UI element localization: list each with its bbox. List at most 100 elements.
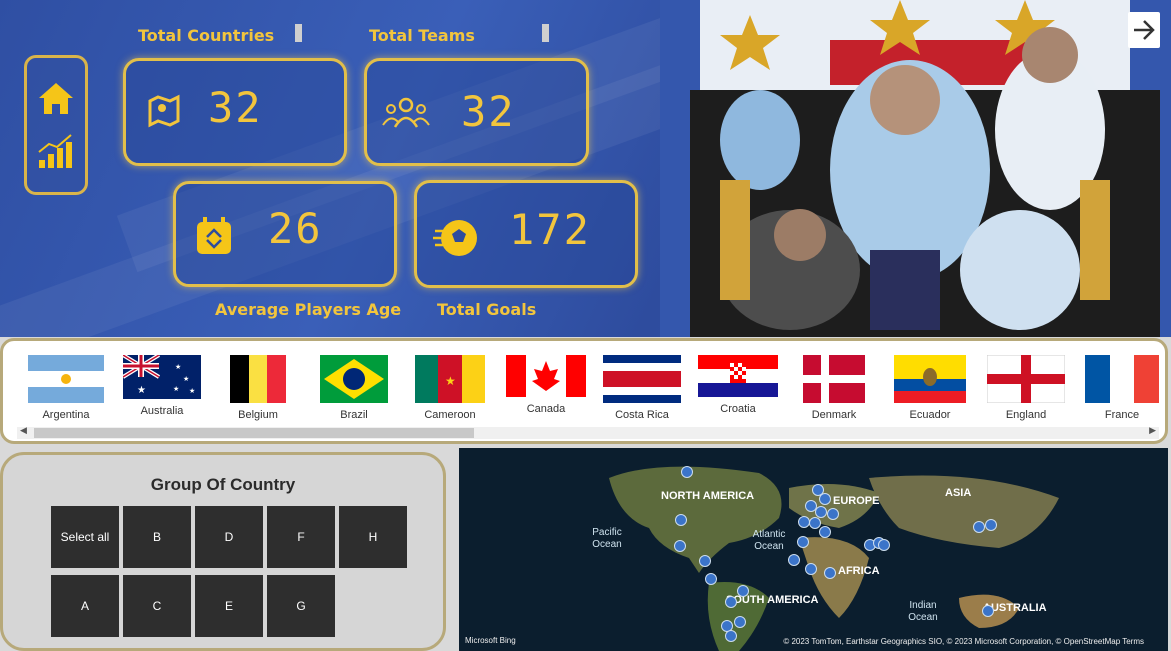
map-point[interactable] <box>824 567 836 579</box>
map-point[interactable] <box>815 506 827 518</box>
map-point[interactable] <box>725 630 737 642</box>
svg-text:★: ★ <box>173 385 179 393</box>
map-point[interactable] <box>819 493 831 505</box>
svg-text:★: ★ <box>183 375 189 383</box>
map-point[interactable] <box>819 526 831 538</box>
england-flag-icon <box>987 355 1065 403</box>
svg-text:★: ★ <box>445 374 456 388</box>
flag-label: Canada <box>526 403 566 415</box>
header-banner: Total Countries Total Teams 32 32 26 172… <box>0 0 1171 337</box>
group-button-f[interactable]: F <box>266 505 336 569</box>
map-label-north-america: NORTH AMERICA <box>661 490 755 502</box>
average-age-card: 26 <box>173 181 397 287</box>
map-point[interactable] <box>973 521 985 533</box>
map-label-europe: EUROPE <box>833 495 880 507</box>
map-point[interactable] <box>675 514 687 526</box>
map-point[interactable] <box>674 540 686 552</box>
flag-item-brazil[interactable]: Brazil <box>314 355 394 421</box>
map-point[interactable] <box>878 539 890 551</box>
flag-label: Costa Rica <box>615 409 669 421</box>
group-slicer: Group Of Country Select all B D F H A C … <box>0 452 446 651</box>
flag-item-canada[interactable]: Canada <box>506 355 586 415</box>
flag-item-ecuador[interactable]: Ecuador <box>890 355 970 421</box>
flag-label: France <box>1104 409 1140 421</box>
map-point[interactable] <box>805 563 817 575</box>
flag-item-france[interactable]: France <box>1082 355 1162 421</box>
total-goals-value: 172 <box>509 205 591 254</box>
map-point[interactable] <box>725 596 737 608</box>
scrollbar-thumb[interactable] <box>34 428 474 438</box>
map-label-atlantic-ocean: Atlantic Ocean <box>752 529 786 552</box>
world-map[interactable]: NORTH AMERICA EUROPE ASIA AFRICA SOUTH A… <box>459 448 1168 651</box>
flag-item-belgium[interactable]: Belgium <box>218 355 298 421</box>
group-button-e[interactable]: E <box>194 574 264 638</box>
flag-item-cameroon[interactable]: ★ Cameroon <box>410 355 490 421</box>
calendar-icon <box>194 216 234 260</box>
map-label-africa: AFRICA <box>838 565 880 577</box>
arrow-right-icon <box>1134 20 1155 40</box>
map-point[interactable] <box>797 536 809 548</box>
group-button-c[interactable]: C <box>122 574 192 638</box>
ball-icon <box>433 215 479 265</box>
chart-icon[interactable] <box>35 130 77 172</box>
total-teams-title: Total Teams <box>369 26 475 45</box>
home-icon[interactable] <box>35 78 77 120</box>
average-age-value: 26 <box>268 204 323 253</box>
group-button-h[interactable]: H <box>338 505 408 569</box>
map-point[interactable] <box>982 605 994 617</box>
map-point[interactable] <box>827 508 839 520</box>
total-countries-card: 32 <box>123 58 347 166</box>
flag-item-croatia[interactable]: Croatia <box>698 355 778 415</box>
map-icon <box>144 91 184 135</box>
flag-label: Belgium <box>238 409 278 421</box>
tick-marker <box>542 24 549 42</box>
argentina-flag-icon <box>28 355 104 403</box>
next-page-button[interactable] <box>1128 12 1160 48</box>
australia-flag-icon: ★★ ★★ ★ <box>123 355 201 399</box>
flag-item-australia[interactable]: ★ ★ ★ ★ ★ Australia <box>122 355 202 417</box>
flag-label: Brazil <box>340 409 368 421</box>
flag-label: Argentina <box>42 409 90 421</box>
total-countries-value: 32 <box>208 83 263 132</box>
map-point[interactable] <box>788 554 800 566</box>
flag-item-england[interactable]: England <box>986 355 1066 421</box>
team-icon <box>381 95 431 135</box>
flag-label: Croatia <box>720 403 756 415</box>
country-flag-slicer: Argentina ★ ★ ★ ★ ★ Australia Belgium Br… <box>0 338 1168 444</box>
map-point[interactable] <box>985 519 997 531</box>
map-point[interactable] <box>737 585 749 597</box>
scroll-right-icon[interactable]: ▶ <box>1149 426 1156 436</box>
flag-label: Cameroon <box>424 409 476 421</box>
svg-text:★: ★ <box>137 385 146 396</box>
flag-item-denmark[interactable]: Denmark <box>794 355 874 421</box>
ecuador-flag-icon <box>894 355 966 403</box>
group-button-g[interactable]: G <box>266 574 336 638</box>
average-age-title: Average Players Age <box>215 300 402 319</box>
group-button-b[interactable]: B <box>122 505 192 569</box>
denmark-flag-icon <box>803 355 865 403</box>
map-point[interactable] <box>699 555 711 567</box>
group-button-d[interactable]: D <box>194 505 264 569</box>
brazil-flag-icon <box>320 355 388 403</box>
flag-item-argentina[interactable]: Argentina <box>26 355 106 421</box>
total-teams-card: 32 <box>364 58 589 166</box>
horizontal-scrollbar[interactable]: ◀ ▶ <box>17 426 1159 439</box>
flag-label: Australia <box>140 405 184 417</box>
map-point[interactable] <box>681 466 693 478</box>
tick-marker <box>295 24 302 42</box>
map-point[interactable] <box>734 616 746 628</box>
map-point[interactable] <box>809 517 821 529</box>
flag-item-costa-rica[interactable]: Costa Rica <box>602 355 682 421</box>
map-landmass <box>609 466 1059 651</box>
croatia-flag-icon <box>698 355 778 397</box>
scroll-left-icon[interactable]: ◀ <box>20 426 27 436</box>
map-point[interactable] <box>705 573 717 585</box>
total-goals-card: 172 <box>414 180 638 288</box>
total-teams-value: 32 <box>461 87 516 136</box>
belgium-flag-icon <box>230 355 286 403</box>
group-button-a[interactable]: A <box>50 574 120 638</box>
map-label-asia: ASIA <box>945 487 972 499</box>
svg-text:★: ★ <box>189 387 195 395</box>
map-credit[interactable]: © 2023 TomTom, Earthstar Geographics SIO… <box>783 637 1144 646</box>
group-button-select-all[interactable]: Select all <box>50 505 120 569</box>
